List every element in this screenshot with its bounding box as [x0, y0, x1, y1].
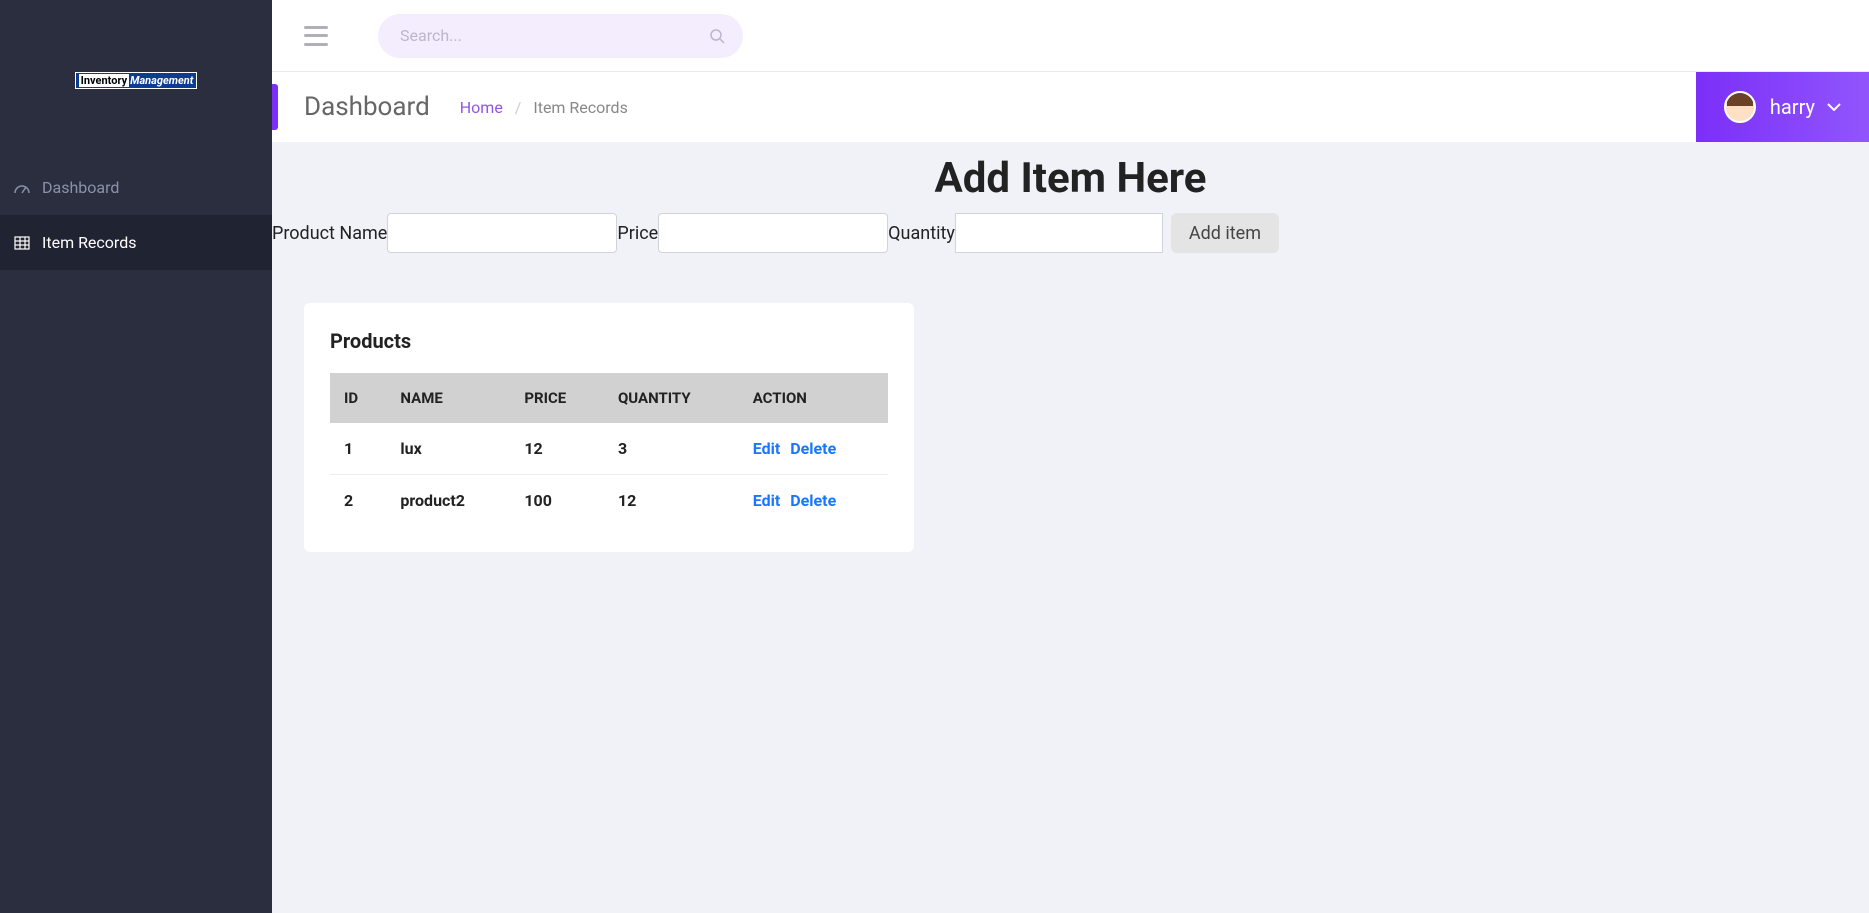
cell-id: 1 [330, 423, 386, 475]
input-product-name[interactable] [387, 213, 617, 253]
col-action: ACTION [739, 373, 888, 423]
sidebar-item-label: Item Records [42, 233, 136, 252]
logo-text-2: Management [129, 74, 193, 87]
logo: InventoryManagement [0, 0, 272, 160]
breadcrumb-home[interactable]: Home [460, 98, 503, 117]
col-quantity: QUANTITY [604, 373, 739, 423]
sidebar: InventoryManagement Dashboard Item Recor… [0, 0, 272, 913]
delete-link[interactable]: Delete [790, 491, 836, 510]
hamburger-icon[interactable] [304, 26, 328, 46]
col-name: NAME [386, 373, 510, 423]
add-item-form: Product Name Price Quantity Add item [272, 213, 1869, 253]
header-row: Dashboard Home / Item Records harry [272, 72, 1869, 142]
label-product-name: Product Name [272, 223, 387, 244]
page-title: Dashboard [304, 92, 430, 122]
table-icon [12, 236, 32, 250]
form-title: Add Item Here [272, 142, 1869, 213]
main: Dashboard Home / Item Records harry Add … [272, 0, 1869, 913]
sidebar-item-dashboard[interactable]: Dashboard [0, 160, 272, 215]
add-item-button[interactable]: Add item [1171, 213, 1279, 253]
breadcrumb-sep: / [515, 98, 522, 117]
edit-link[interactable]: Edit [753, 491, 781, 510]
col-price: PRICE [510, 373, 604, 423]
label-quantity: Quantity [888, 223, 955, 244]
topbar [272, 0, 1869, 72]
speedometer-icon [12, 181, 32, 195]
products-title: Products [330, 329, 888, 353]
col-id: ID [330, 373, 386, 423]
table-row: 2 product2 100 12 Edit Delete [330, 475, 888, 527]
products-card: Products ID NAME PRICE QUANTITY ACTION 1… [304, 303, 914, 552]
label-price: Price [617, 223, 658, 244]
sidebar-item-item-records[interactable]: Item Records [0, 215, 272, 270]
cell-price: 100 [510, 475, 604, 527]
sidebar-item-label: Dashboard [42, 178, 119, 197]
edit-link[interactable]: Edit [753, 439, 781, 458]
search-input[interactable] [378, 14, 743, 58]
header-accent [272, 84, 278, 130]
products-table: ID NAME PRICE QUANTITY ACTION 1 lux 12 3 [330, 373, 888, 526]
logo-text-1: Inventory [79, 74, 129, 87]
chevron-down-icon [1827, 103, 1841, 111]
cell-quantity: 12 [604, 475, 739, 527]
search-box [378, 14, 743, 58]
cell-id: 2 [330, 475, 386, 527]
input-price[interactable] [658, 213, 888, 253]
avatar [1724, 91, 1756, 123]
user-menu[interactable]: harry [1696, 72, 1869, 142]
content: Add Item Here Product Name Price Quantit… [272, 142, 1869, 592]
breadcrumb: Home / Item Records [460, 98, 628, 117]
cell-quantity: 3 [604, 423, 739, 475]
cell-name: lux [386, 423, 510, 475]
cell-name: product2 [386, 475, 510, 527]
delete-link[interactable]: Delete [790, 439, 836, 458]
input-quantity[interactable] [955, 213, 1163, 253]
username: harry [1770, 95, 1815, 119]
search-icon[interactable] [709, 28, 725, 44]
table-row: 1 lux 12 3 Edit Delete [330, 423, 888, 475]
cell-price: 12 [510, 423, 604, 475]
breadcrumb-current: Item Records [533, 98, 627, 117]
